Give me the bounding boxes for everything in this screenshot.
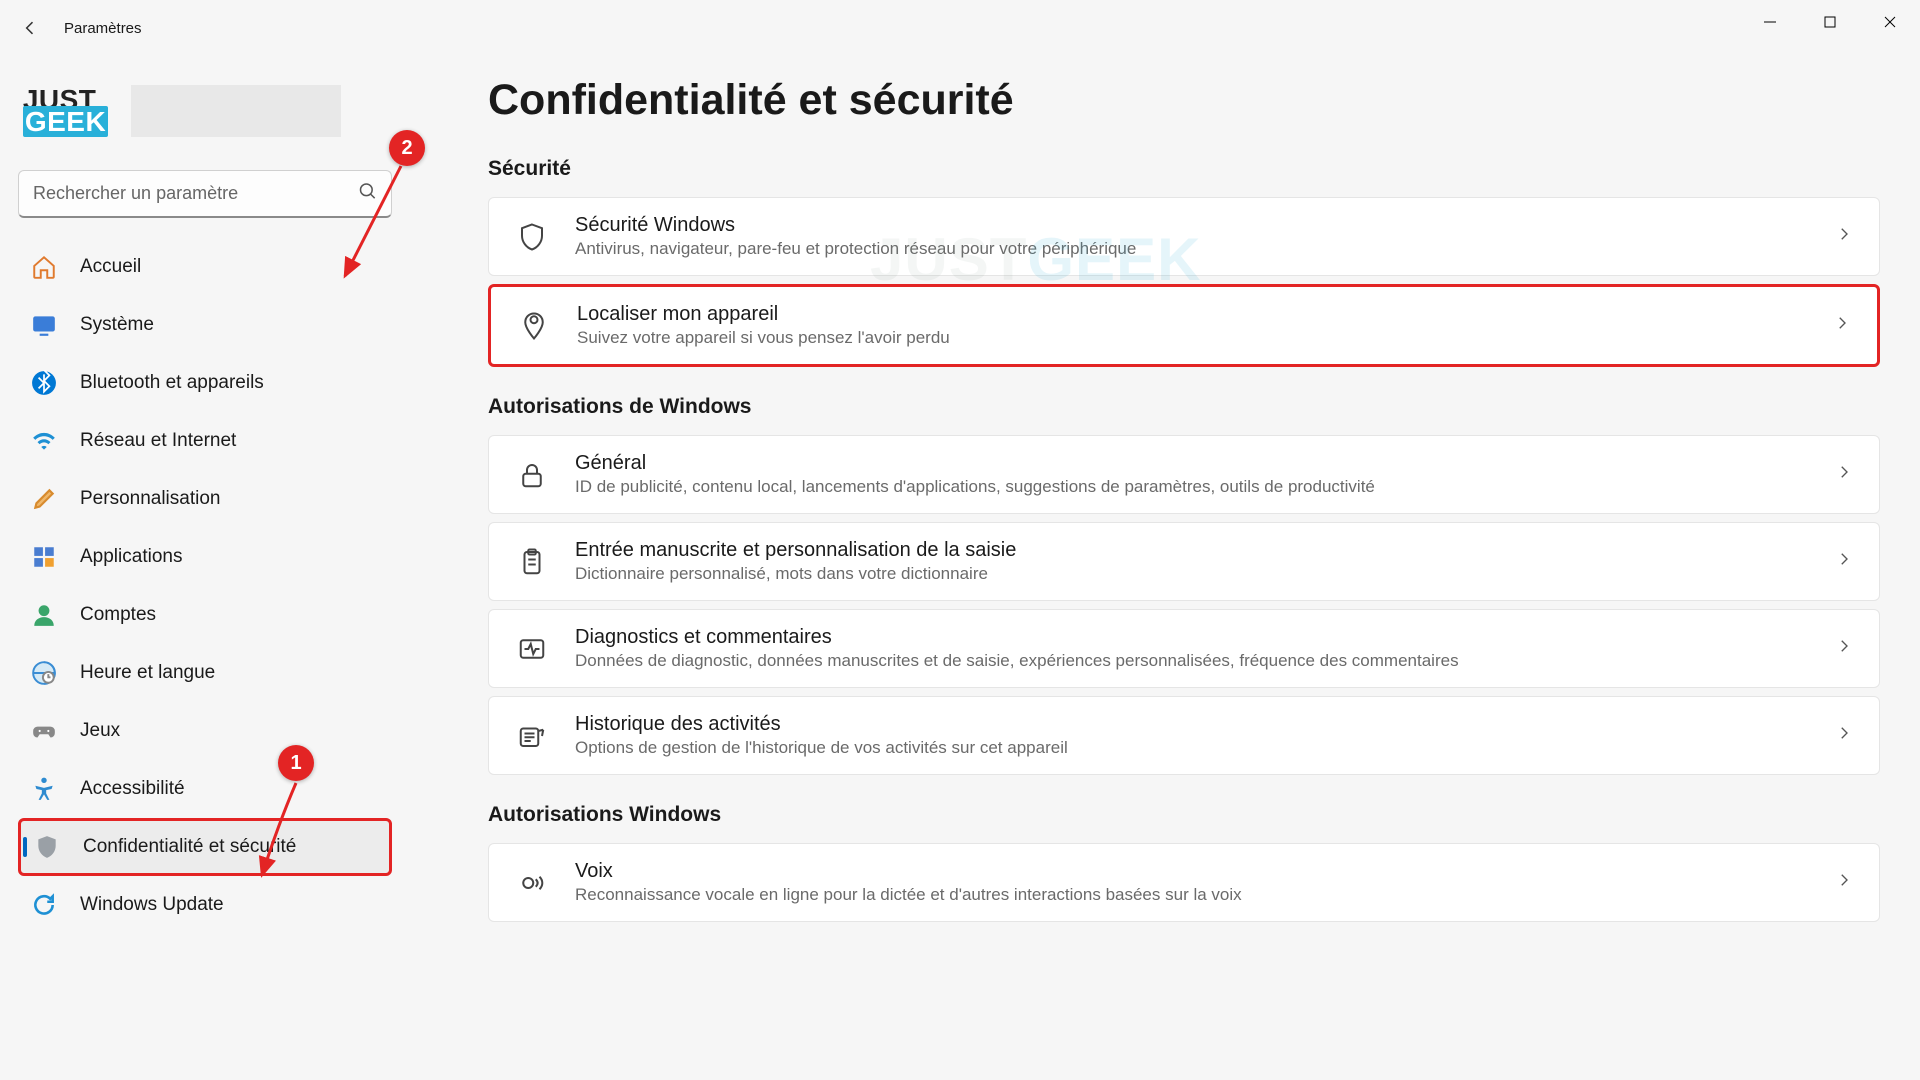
sidebar-item-label: Accueil <box>80 256 141 278</box>
card-find-my-device[interactable]: Localiser mon appareil Suivez votre appa… <box>488 284 1880 367</box>
sidebar-item-time[interactable]: Heure et langue <box>18 644 392 702</box>
update-icon <box>30 891 58 919</box>
arrow-left-icon <box>20 18 40 38</box>
card-desc: Antivirus, navigateur, pare-feu et prote… <box>575 239 1809 259</box>
globe-clock-icon <box>30 659 58 687</box>
chevron-right-icon <box>1835 463 1853 486</box>
annotation-arrow-2 <box>410 160 415 290</box>
sidebar-item-system[interactable]: Système <box>18 296 392 354</box>
sidebar-item-accounts[interactable]: Comptes <box>18 586 392 644</box>
shield-outline-icon <box>515 220 549 254</box>
sidebar-item-label: Applications <box>80 546 182 568</box>
nav-list: Accueil Système Bluetooth et appareils R… <box>18 238 392 934</box>
brush-icon <box>30 485 58 513</box>
chevron-right-icon <box>1835 225 1853 248</box>
section-header-windows-permissions-2: Autorisations Windows <box>488 803 1880 827</box>
minimize-button[interactable] <box>1740 0 1800 44</box>
person-icon <box>30 601 58 629</box>
card-diagnostics[interactable]: Diagnostics et commentaires Données de d… <box>488 609 1880 688</box>
card-title: Sécurité Windows <box>575 214 1809 237</box>
titlebar: Paramètres <box>0 0 1920 56</box>
shield-icon <box>33 833 61 861</box>
card-title: Voix <box>575 860 1809 883</box>
gamepad-icon <box>30 717 58 745</box>
card-title: Diagnostics et commentaires <box>575 626 1809 649</box>
account-name-redacted <box>131 85 341 137</box>
sidebar-item-update[interactable]: Windows Update <box>18 876 392 934</box>
heartbeat-icon <box>515 632 549 666</box>
window-controls <box>1740 0 1920 44</box>
sidebar-item-privacy[interactable]: Confidentialité et sécurité <box>18 818 392 876</box>
card-desc: Données de diagnostic, données manuscrit… <box>575 651 1809 671</box>
history-icon <box>515 719 549 753</box>
location-person-icon <box>517 309 551 343</box>
card-windows-security[interactable]: Sécurité Windows Antivirus, navigateur, … <box>488 197 1880 276</box>
card-title: Général <box>575 452 1809 475</box>
search-input[interactable] <box>18 170 392 218</box>
close-icon <box>1883 15 1897 29</box>
sidebar-item-label: Accessibilité <box>80 778 185 800</box>
sidebar-item-gaming[interactable]: Jeux <box>18 702 392 760</box>
bluetooth-icon <box>30 369 58 397</box>
chevron-right-icon <box>1835 550 1853 573</box>
card-desc: Reconnaissance vocale en ligne pour la d… <box>575 885 1809 905</box>
wifi-icon <box>30 427 58 455</box>
sidebar-item-label: Personnalisation <box>80 488 220 510</box>
account-header[interactable]: JUST GEEK <box>18 76 392 146</box>
card-title: Historique des activités <box>575 713 1809 736</box>
sidebar-item-network[interactable]: Réseau et Internet <box>18 412 392 470</box>
sidebar-item-personalization[interactable]: Personnalisation <box>18 470 392 528</box>
card-desc: Dictionnaire personnalisé, mots dans vot… <box>575 564 1809 584</box>
minimize-icon <box>1763 15 1777 29</box>
chevron-right-icon <box>1835 871 1853 894</box>
sidebar-item-label: Heure et langue <box>80 662 215 684</box>
close-button[interactable] <box>1860 0 1920 44</box>
search-wrap <box>18 170 392 218</box>
sidebar: JUST GEEK Accueil Système Blu <box>0 56 410 1080</box>
card-desc: ID de publicité, contenu local, lancemen… <box>575 477 1809 497</box>
system-icon <box>30 311 58 339</box>
section-header-security: Sécurité <box>488 157 1880 181</box>
sidebar-item-apps[interactable]: Applications <box>18 528 392 586</box>
chevron-right-icon <box>1835 637 1853 660</box>
back-button[interactable] <box>8 6 52 50</box>
annotation-badge-2: 2 <box>410 130 425 166</box>
app-title: Paramètres <box>64 20 142 37</box>
card-voice[interactable]: Voix Reconnaissance vocale en ligne pour… <box>488 843 1880 922</box>
maximize-icon <box>1823 15 1837 29</box>
chevron-right-icon <box>1833 314 1851 337</box>
sidebar-item-label: Système <box>80 314 154 336</box>
lock-icon <box>515 458 549 492</box>
accessibility-icon <box>30 775 58 803</box>
home-icon <box>30 253 58 281</box>
apps-icon <box>30 543 58 571</box>
sidebar-item-label: Windows Update <box>80 894 224 916</box>
card-desc: Suivez votre appareil si vous pensez l'a… <box>577 328 1807 348</box>
sidebar-item-label: Comptes <box>80 604 156 626</box>
clipboard-icon <box>515 545 549 579</box>
annotation-badge-1: 1 <box>278 745 314 781</box>
card-general[interactable]: Général ID de publicité, contenu local, … <box>488 435 1880 514</box>
sidebar-item-label: Jeux <box>80 720 120 742</box>
avatar: JUST GEEK <box>18 76 113 146</box>
chevron-right-icon <box>1835 724 1853 747</box>
main-content: Confidentialité et sécurité Sécurité Séc… <box>410 56 1920 1080</box>
sidebar-item-accessibility[interactable]: Accessibilité <box>18 760 392 818</box>
page-title: Confidentialité et sécurité <box>488 76 1880 125</box>
sidebar-item-label: Réseau et Internet <box>80 430 236 452</box>
sidebar-item-home[interactable]: Accueil <box>18 238 392 296</box>
card-title: Entrée manuscrite et personnalisation de… <box>575 539 1809 562</box>
card-inking[interactable]: Entrée manuscrite et personnalisation de… <box>488 522 1880 601</box>
maximize-button[interactable] <box>1800 0 1860 44</box>
sidebar-item-bluetooth[interactable]: Bluetooth et appareils <box>18 354 392 412</box>
section-header-windows-permissions: Autorisations de Windows <box>488 395 1880 419</box>
sidebar-item-label: Confidentialité et sécurité <box>83 836 296 858</box>
search-icon <box>358 182 378 207</box>
card-title: Localiser mon appareil <box>577 303 1807 326</box>
sidebar-item-label: Bluetooth et appareils <box>80 372 264 394</box>
voice-icon <box>515 866 549 900</box>
card-desc: Options de gestion de l'historique de vo… <box>575 738 1809 758</box>
card-activity[interactable]: Historique des activités Options de gest… <box>488 696 1880 775</box>
